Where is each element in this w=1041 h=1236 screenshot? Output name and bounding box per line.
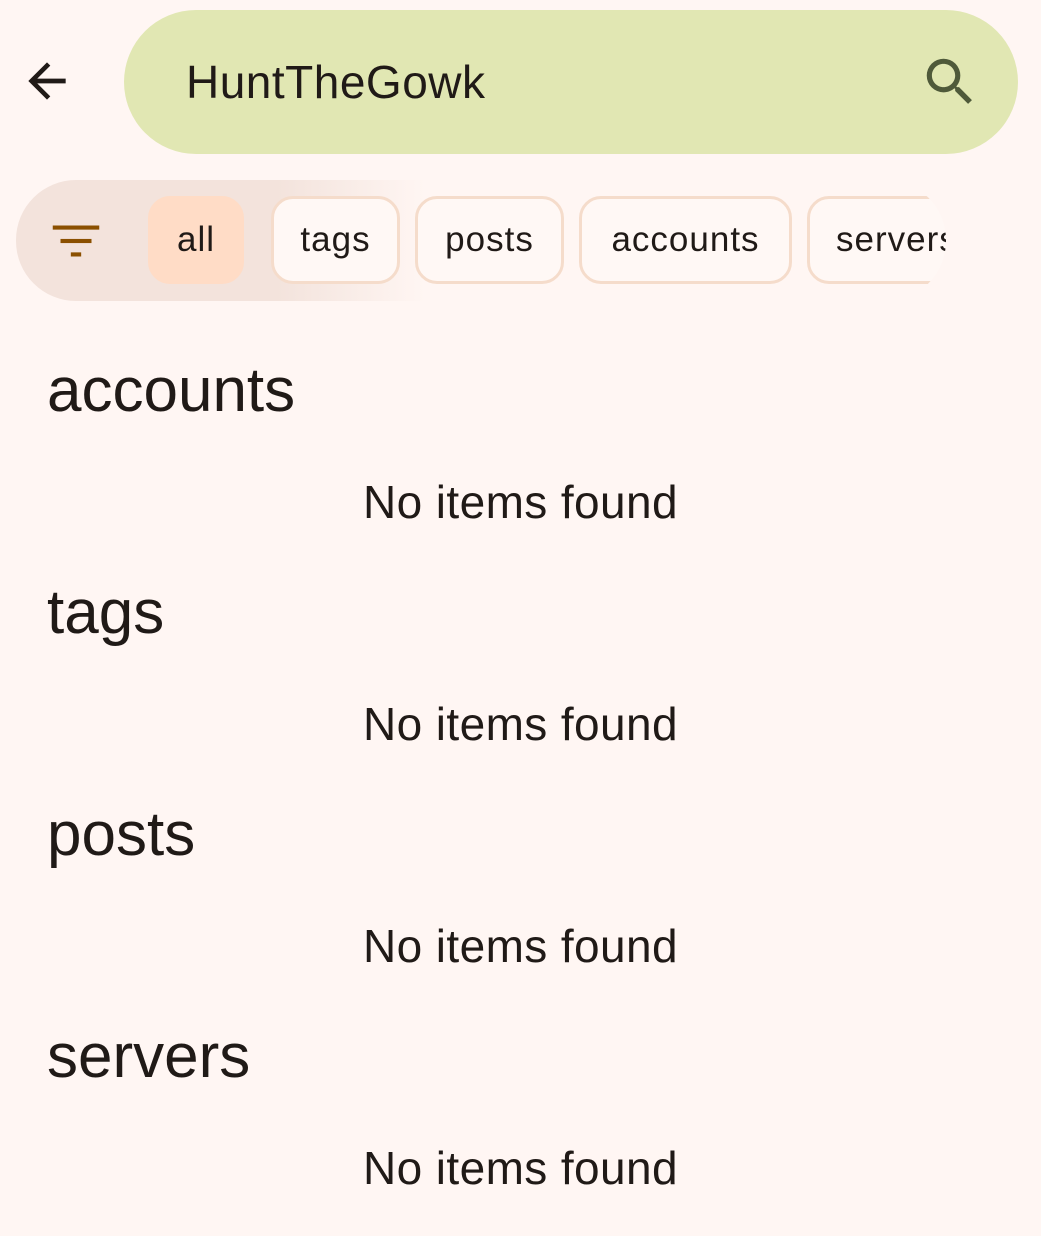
empty-message: No items found: [363, 1142, 678, 1194]
search-button[interactable]: [914, 46, 986, 118]
filter-list-icon: [52, 225, 100, 257]
section-title: servers: [47, 1022, 251, 1091]
search-icon: [926, 58, 972, 104]
chip-servers[interactable]: servers: [807, 196, 946, 284]
chip-label: tags: [300, 220, 371, 259]
chip-accounts[interactable]: accounts: [579, 196, 792, 284]
chip-label: servers: [836, 220, 946, 259]
arrow-back-icon: [28, 62, 66, 100]
chip-label: accounts: [611, 220, 760, 259]
section-title: accounts: [47, 356, 296, 425]
empty-message: No items found: [363, 698, 678, 750]
empty-message: No items found: [363, 476, 678, 528]
chip-tags[interactable]: tags: [271, 196, 400, 284]
back-button[interactable]: [10, 44, 84, 118]
filter-chips-row: all tags posts accounts servers: [0, 180, 1041, 302]
filter-chips-strip[interactable]: all tags posts accounts servers: [16, 180, 946, 301]
empty-message: No items found: [363, 920, 678, 972]
chip-all[interactable]: all: [148, 196, 244, 284]
chip-posts[interactable]: posts: [415, 196, 564, 284]
section-title: tags: [47, 578, 165, 647]
filter-button[interactable]: [34, 202, 118, 280]
chip-label: posts: [445, 220, 534, 259]
chip-label: all: [176, 220, 216, 259]
section-title: posts: [47, 800, 196, 869]
search-input[interactable]: HuntTheGowk: [186, 10, 486, 154]
search-bar[interactable]: HuntTheGowk: [124, 10, 1018, 154]
top-bar: HuntTheGowk: [0, 0, 1041, 165]
